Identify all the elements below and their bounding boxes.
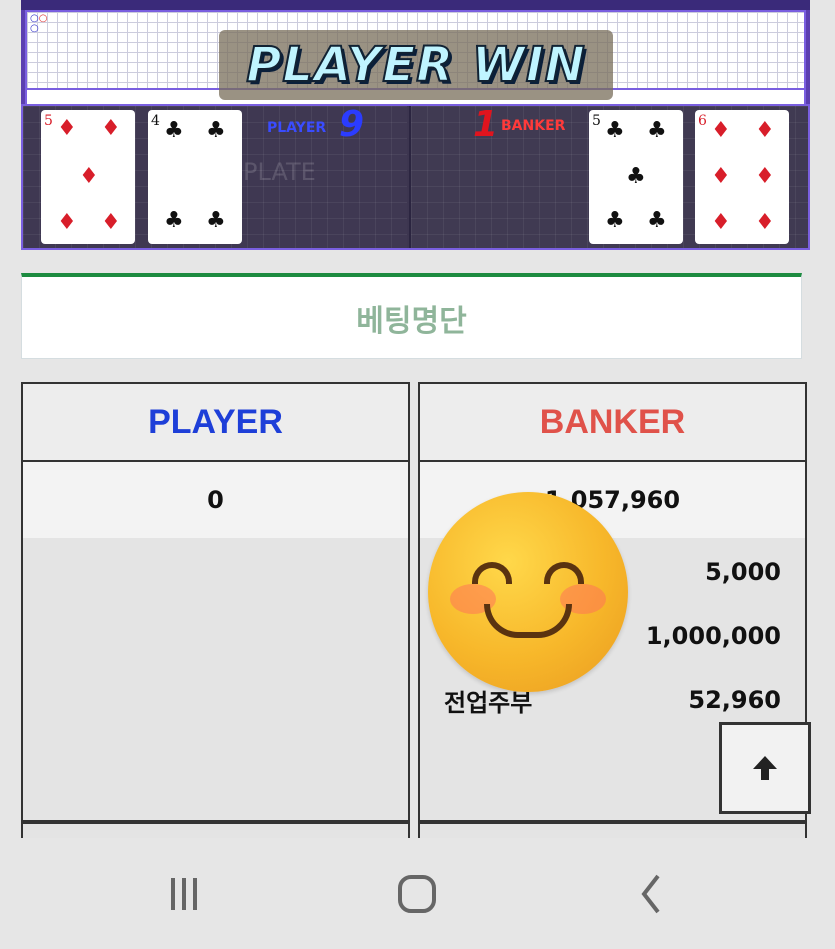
player-card-1: 5 ♦ ♦ ♦ ♦ ♦ — [41, 110, 135, 244]
arrow-up-icon — [753, 756, 777, 780]
player-column-header: PLAYER — [23, 384, 408, 462]
player-score-label: PLAYER — [267, 120, 327, 136]
player-score: 9 — [339, 104, 365, 145]
diamond-icon: ♦ — [711, 118, 731, 143]
bet-amount: 1,000,000 — [645, 622, 781, 650]
table-watermark: PLATE — [243, 158, 316, 186]
diamond-icon: ♦ — [711, 210, 731, 235]
betting-list-title: 베팅명단 — [356, 303, 467, 339]
emoji-eye — [544, 562, 584, 584]
bet-amount: 52,960 — [688, 686, 781, 714]
card-rank: 6 — [698, 113, 707, 129]
diamond-icon: ♦ — [57, 210, 77, 235]
result-text: PLAYER WIN — [245, 36, 586, 94]
club-icon: ♣ — [206, 118, 226, 143]
card-rank: 4 — [151, 113, 160, 129]
diamond-icon: ♦ — [101, 116, 121, 141]
emoji-mouth — [484, 604, 572, 638]
player-total: 0 — [23, 462, 408, 538]
club-icon: ♣ — [626, 164, 646, 189]
club-icon: ♣ — [647, 118, 667, 143]
diamond-icon: ♦ — [101, 210, 121, 235]
baccarat-game-view: ○○ ○ PLATE 5 ♦ ♦ ♦ ♦ ♦ 4 ♣ ♣ ♣ ♣ PLAYER 9… — [21, 0, 810, 250]
diamond-icon: ♦ — [755, 118, 775, 143]
home-button[interactable] — [387, 872, 447, 916]
player-card-2: 4 ♣ ♣ ♣ ♣ — [148, 110, 242, 244]
game-top-bar — [21, 0, 810, 10]
bet-amount: 5,000 — [705, 558, 781, 586]
diamond-icon: ♦ — [57, 116, 77, 141]
card-rank: 5 — [44, 113, 53, 129]
betting-list-header: 베팅명단 — [21, 273, 802, 359]
road-map-markers: ○○ ○ — [30, 13, 48, 34]
diamond-icon: ♦ — [79, 164, 99, 189]
system-navigation-bar — [0, 838, 835, 949]
club-icon: ♣ — [605, 118, 625, 143]
banker-score-label: BANKER — [501, 118, 566, 134]
club-icon: ♣ — [206, 208, 226, 233]
card-table: PLATE 5 ♦ ♦ ♦ ♦ ♦ 4 ♣ ♣ ♣ ♣ PLAYER 9 1 B… — [21, 104, 810, 250]
club-icon: ♣ — [605, 208, 625, 233]
club-icon: ♣ — [164, 208, 184, 233]
smiling-face-emoji-icon — [428, 492, 628, 692]
player-bets-column: PLAYER 0 — [21, 382, 410, 822]
diamond-icon: ♦ — [711, 164, 731, 189]
banker-column-header: BANKER — [420, 384, 805, 462]
back-icon — [641, 874, 660, 914]
home-icon — [398, 875, 436, 913]
diamond-icon: ♦ — [755, 164, 775, 189]
card-rank: 5 — [592, 113, 601, 129]
banker-score: 1 — [473, 104, 499, 145]
banker-card-2: 6 ♦ ♦ ♦ ♦ ♦ ♦ — [695, 110, 789, 244]
banker-card-1: 5 ♣ ♣ ♣ ♣ ♣ — [589, 110, 683, 244]
scroll-top-button[interactable] — [719, 722, 811, 814]
recent-apps-icon — [171, 878, 197, 910]
back-button[interactable] — [622, 872, 682, 916]
club-icon: ♣ — [647, 208, 667, 233]
diamond-icon: ♦ — [755, 210, 775, 235]
result-banner: PLAYER WIN — [219, 30, 613, 100]
emoji-eye — [472, 562, 512, 584]
next-row-banker — [418, 822, 807, 838]
club-icon: ♣ — [164, 118, 184, 143]
recent-apps-button[interactable] — [154, 872, 214, 916]
next-row-player — [21, 822, 410, 838]
